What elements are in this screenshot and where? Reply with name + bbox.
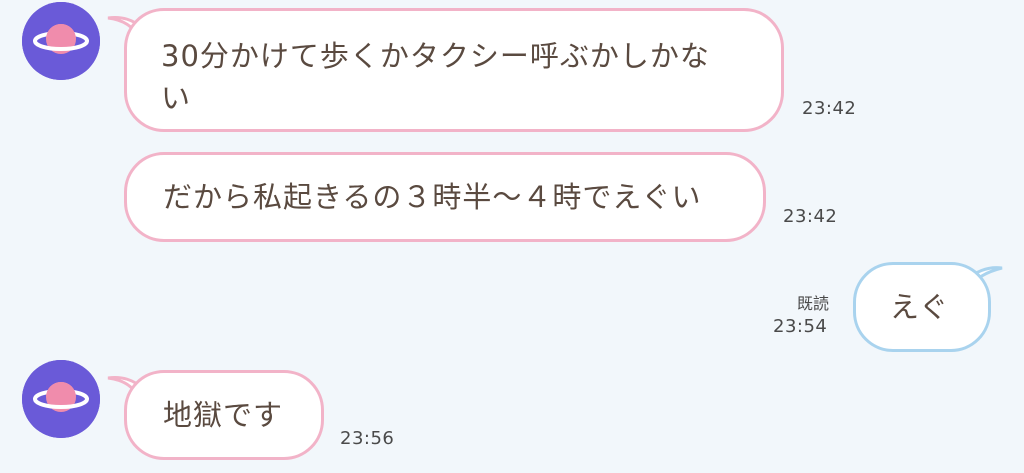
- message-timestamp: 23:56: [340, 428, 395, 449]
- message-bubble[interactable]: 30分かけて歩くかタクシー呼ぶかしかな い: [124, 8, 784, 132]
- message-bubble[interactable]: だから私起きるの３時半〜４時でえぐい: [124, 152, 766, 242]
- message-timestamp: 23:54: [773, 316, 828, 337]
- message-bubble[interactable]: 地獄です: [124, 370, 324, 460]
- message-text: だから私起きるの３時半〜４時でえぐい: [163, 180, 702, 214]
- message-timestamp: 23:42: [783, 206, 838, 227]
- message-text: 地獄です: [163, 398, 284, 432]
- message-text: 30分かけて歩くかタクシー呼ぶかしかな: [161, 39, 710, 73]
- planet-icon[interactable]: [22, 2, 100, 80]
- message-bubble[interactable]: えぐ: [853, 262, 991, 352]
- message-timestamp: 23:42: [802, 98, 857, 119]
- chat-thread: 30分かけて歩くかタクシー呼ぶかしかな い 23:42 だから私起きるの３時半〜…: [0, 0, 1024, 473]
- read-receipt: 既読: [797, 294, 830, 313]
- planet-icon[interactable]: [22, 360, 100, 438]
- message-text: えぐ: [890, 290, 950, 324]
